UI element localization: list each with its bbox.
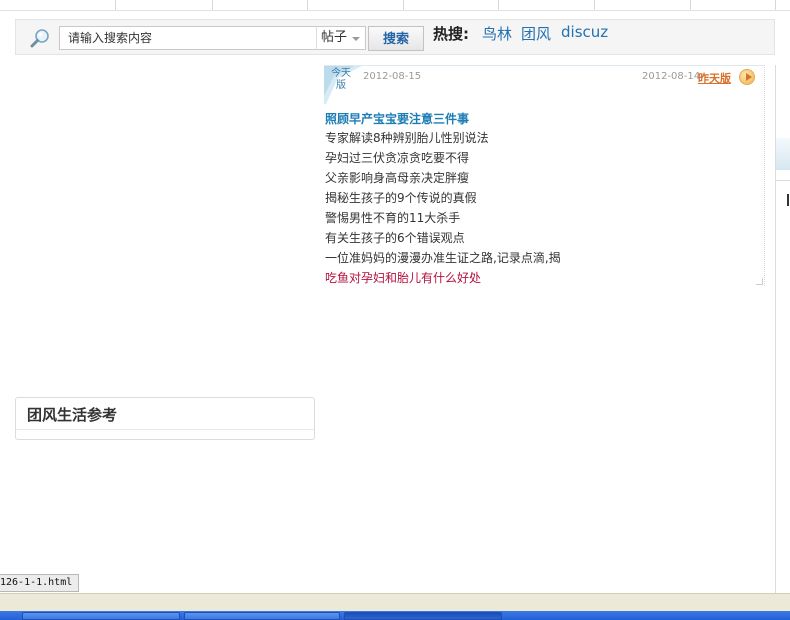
list-item: 警惕男性不育的11大杀手	[325, 208, 561, 228]
chevron-down-icon	[352, 37, 360, 41]
top-divider	[115, 0, 116, 10]
play-arrow-icon[interactable]	[739, 69, 755, 85]
news-link[interactable]: 专家解读8种辨别胎儿性别说法	[325, 131, 489, 145]
news-headline[interactable]: 照顾早产宝宝要注意三件事	[325, 110, 469, 127]
list-item: 父亲影响身高母亲决定胖瘦	[325, 168, 561, 188]
taskbar-button[interactable]	[184, 612, 340, 620]
news-link[interactable]: 一位准妈妈的漫漫办准生证之路,记录点滴,揭	[325, 251, 561, 265]
news-link[interactable]: 有关生孩子的6个错误观点	[325, 231, 465, 245]
hot-link-tuanfeng[interactable]: 团风	[521, 23, 551, 44]
news-link[interactable]: 警惕男性不育的11大杀手	[325, 211, 460, 225]
search-input[interactable]	[59, 26, 317, 50]
news-link-highlight[interactable]: 吃鱼对孕妇和胎儿有什么好处	[325, 271, 481, 285]
list-item: 专家解读8种辨别胎儿性别说法	[325, 128, 561, 148]
search-scope-select[interactable]: 帖子	[316, 26, 366, 50]
news-link[interactable]: 孕妇过三伏贪凉贪吃要不得	[325, 151, 469, 165]
hot-search-label: 热搜:	[433, 25, 469, 43]
right-box-marker	[787, 194, 789, 206]
resize-corner	[756, 278, 763, 285]
list-item: 有关生孩子的6个错误观点	[325, 228, 561, 248]
right-banner	[776, 138, 790, 170]
top-divider	[498, 0, 499, 10]
panel-title: 团风生活参考	[27, 406, 118, 424]
taskbar-button-active[interactable]	[344, 612, 502, 620]
yesterday-edition-link[interactable]: 昨天版	[698, 70, 731, 86]
top-divider	[403, 0, 404, 10]
list-item: 揭秘生孩子的9个传说的真假	[325, 188, 561, 208]
news-link[interactable]: 父亲影响身高母亲决定胖瘦	[325, 171, 469, 185]
search-button[interactable]: 搜索	[368, 26, 424, 51]
top-divider	[307, 0, 308, 10]
news-list: 专家解读8种辨别胎儿性别说法 孕妇过三伏贪凉贪吃要不得 父亲影响身高母亲决定胖瘦…	[325, 128, 561, 288]
top-strip	[0, 0, 790, 11]
list-item: 一位准妈妈的漫漫办准生证之路,记录点滴,揭	[325, 248, 561, 268]
news-link[interactable]: 揭秘生孩子的9个传说的真假	[325, 191, 477, 205]
status-bar: 126-1-1.html	[0, 574, 80, 592]
panel-divider	[16, 429, 314, 430]
today-edition-label: 今天版	[331, 68, 351, 91]
hot-link-niaolin[interactable]: 鸟林	[482, 23, 512, 44]
date-yesterday: 2012-08-14	[642, 71, 701, 82]
tuanfeng-life-panel: 团风生活参考	[15, 397, 315, 440]
top-divider	[690, 0, 691, 10]
hot-link-discuz[interactable]: discuz	[561, 23, 608, 41]
search-bar: 帖子 搜索 热搜: 鸟林 团风 discuz	[15, 19, 775, 55]
search-scope-label: 帖子	[321, 30, 348, 45]
right-box	[775, 180, 790, 211]
taskbar-button[interactable]	[22, 612, 180, 620]
date-today: 2012-08-15	[363, 71, 422, 82]
top-divider	[775, 0, 776, 10]
list-item: 孕妇过三伏贪凉贪吃要不得	[325, 148, 561, 168]
top-divider	[594, 0, 595, 10]
news-box: 今天版 2012-08-15 2012-08-14 昨天版 照顾早产宝宝要注意三…	[324, 65, 765, 286]
list-item: 吃鱼对孕妇和胎儿有什么好处	[325, 268, 561, 288]
window-bottom-edge	[0, 593, 790, 612]
magnifier-icon	[30, 29, 49, 48]
top-divider	[212, 0, 213, 10]
